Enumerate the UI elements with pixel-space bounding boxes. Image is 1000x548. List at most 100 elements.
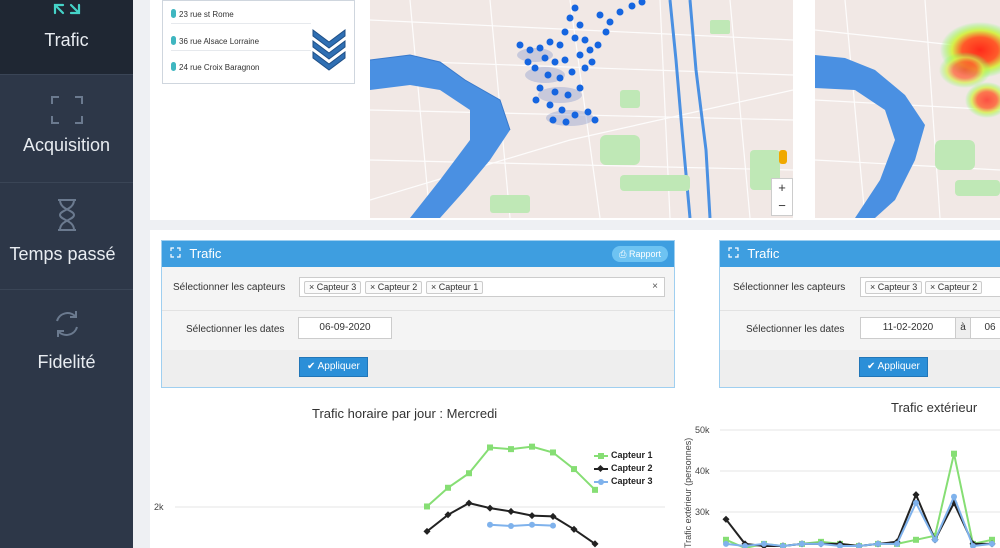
data-point[interactable] <box>550 449 556 456</box>
data-point[interactable] <box>487 521 493 528</box>
traffic-heatmap-map[interactable] <box>815 0 1000 218</box>
data-point[interactable] <box>989 540 995 547</box>
divider <box>0 182 133 183</box>
data-point[interactable] <box>528 512 536 520</box>
fullscreen-icon[interactable] <box>728 241 739 267</box>
data-point[interactable] <box>951 450 957 457</box>
apply-button[interactable]: ✔ Appliquer <box>859 357 928 377</box>
sensor-tag[interactable]: × Capteur 2 <box>365 281 423 294</box>
chart-title: Trafic horaire par jour : Mercredi <box>312 406 498 421</box>
data-point[interactable] <box>723 540 729 547</box>
sensor-tag[interactable]: × Capteur 3 <box>304 281 362 294</box>
data-point[interactable] <box>424 503 430 510</box>
legend-label: Capteur 1 <box>611 450 653 460</box>
date-end-input[interactable]: 06 <box>970 317 1000 339</box>
legend-item[interactable]: Capteur 2 <box>594 463 653 476</box>
street-view-icon[interactable] <box>779 150 787 164</box>
map-tiles <box>370 0 793 218</box>
data-point[interactable] <box>445 484 451 491</box>
tag-remove-icon[interactable]: × <box>431 282 436 292</box>
data-point[interactable] <box>951 493 957 500</box>
tag-remove-icon[interactable]: × <box>309 282 314 292</box>
apply-button-label: Appliquer <box>877 361 920 372</box>
tag-label: Capteur 2 <box>937 282 978 292</box>
check-icon: ✔ <box>307 361 318 372</box>
sensor-address: 24 rue Croix Baragnon <box>179 63 260 72</box>
panel-header: Trafic ⎙ Rapport <box>162 241 674 267</box>
data-point[interactable] <box>818 540 824 547</box>
data-point[interactable] <box>529 443 535 450</box>
legend-label: Capteur 3 <box>611 476 653 486</box>
data-point[interactable] <box>529 521 535 528</box>
tag-label: Capteur 3 <box>316 282 357 292</box>
clear-all-icon[interactable]: × <box>652 281 658 292</box>
data-point[interactable] <box>799 540 805 547</box>
sensor-address: 23 rue st Rome <box>179 10 234 19</box>
chevrons-down-icon[interactable] <box>311 28 347 72</box>
data-point[interactable] <box>508 446 514 453</box>
sensor-tag[interactable]: × Capteur 3 <box>865 281 923 294</box>
legend-item[interactable]: Capteur 1 <box>594 450 653 463</box>
sensors-label: Sélectionner les capteurs <box>173 282 286 293</box>
sidebar-item-label: Acquisition <box>22 135 111 155</box>
y-axis-title: Trafic extérieur (personnes) <box>683 437 693 548</box>
apply-bar <box>162 350 674 387</box>
sidebar-item-trafic[interactable]: Trafic <box>0 0 133 74</box>
data-point[interactable] <box>466 470 472 477</box>
pin-icon <box>171 36 176 45</box>
sidebar-item-temps-passe[interactable]: Temps passé <box>0 198 133 282</box>
data-point[interactable] <box>487 444 493 451</box>
apply-button[interactable]: ✔ Appliquer <box>299 357 368 377</box>
exterior-traffic-chart <box>720 429 1000 548</box>
tag-remove-icon[interactable]: × <box>870 282 875 292</box>
sidebar-item-acquisition[interactable]: Acquisition <box>0 95 133 175</box>
tag-remove-icon[interactable]: × <box>370 282 375 292</box>
data-point[interactable] <box>913 499 919 506</box>
sensor-multiselect[interactable]: × Capteur 3 × Capteur 2 × Capteur 1 × <box>299 277 665 297</box>
zoom-in-button[interactable]: + <box>772 179 792 197</box>
sidebar-item-fidelite[interactable]: Fidelité <box>0 308 133 378</box>
divider <box>162 310 674 311</box>
legend-label: Capteur 2 <box>611 463 653 473</box>
report-button[interactable]: ⎙ Rapport <box>612 246 668 262</box>
data-point[interactable] <box>571 466 577 473</box>
y-tick-label: 50k <box>695 425 710 435</box>
date-range-separator: à <box>956 317 970 339</box>
zoom-out-button[interactable]: − <box>772 197 792 215</box>
list-item[interactable]: 23 rue st Rome <box>171 9 311 24</box>
y-tick-label: 40k <box>695 466 710 476</box>
pin-icon <box>171 9 176 18</box>
data-point[interactable] <box>912 491 920 499</box>
data-point[interactable] <box>508 522 514 529</box>
pin-icon <box>171 62 176 71</box>
map-zoom-control: + − <box>771 178 793 216</box>
sensor-marker-map[interactable]: + − <box>370 0 793 218</box>
tag-remove-icon[interactable]: × <box>930 282 935 292</box>
data-point[interactable] <box>761 540 767 547</box>
date-input[interactable]: 06-09-2020 <box>298 317 392 339</box>
sensor-tag[interactable]: × Capteur 1 <box>426 281 484 294</box>
data-point[interactable] <box>932 536 938 543</box>
data-point[interactable] <box>894 540 900 547</box>
list-item[interactable]: 36 rue Alsace Lorraine <box>171 36 311 51</box>
divider <box>0 289 133 290</box>
sensor-multiselect[interactable]: × Capteur 3 × Capteur 2 <box>860 277 1000 297</box>
panel-title: Trafic <box>189 246 222 261</box>
apply-button-label: Appliquer <box>317 361 360 372</box>
data-point[interactable] <box>486 504 494 512</box>
tag-label: Capteur 1 <box>438 282 479 292</box>
check-icon: ✔ <box>867 361 878 372</box>
sensor-tag[interactable]: × Capteur 2 <box>925 281 983 294</box>
list-item[interactable]: 24 rue Croix Baragnon <box>171 62 311 76</box>
sidebar-item-label: Trafic <box>44 30 89 50</box>
legend-item[interactable]: Capteur 3 <box>594 476 653 489</box>
data-point[interactable] <box>507 507 515 515</box>
sensor-address: 36 rue Alsace Lorraine <box>179 37 260 46</box>
fullscreen-icon[interactable] <box>170 241 181 267</box>
data-point[interactable] <box>550 522 556 529</box>
data-point[interactable] <box>913 536 919 543</box>
date-start-input[interactable]: 11-02-2020 <box>860 317 956 339</box>
hourly-traffic-chart <box>175 443 665 548</box>
data-point[interactable] <box>875 540 881 547</box>
corners-frame-icon <box>50 96 83 124</box>
